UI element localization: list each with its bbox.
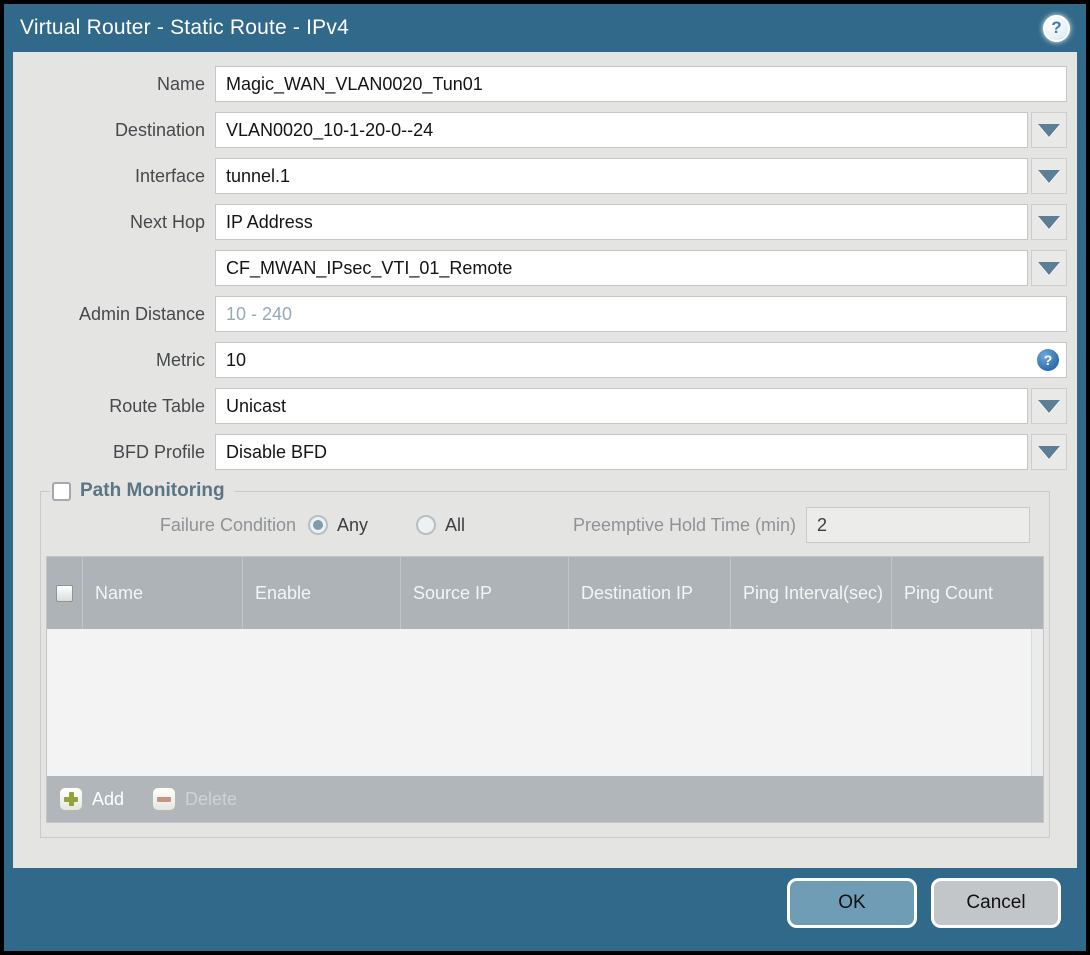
next-hop-address-field-wrap	[215, 250, 1067, 286]
chevron-down-icon	[1038, 399, 1060, 413]
ok-button[interactable]: OK	[787, 878, 917, 928]
title-bar: Virtual Router - Static Route - IPv4 ?	[4, 4, 1086, 52]
failure-condition-all-radio	[416, 515, 437, 535]
path-monitoring-checkbox[interactable]	[52, 481, 71, 501]
help-icon[interactable]: ?	[1043, 14, 1070, 42]
chevron-down-icon	[1038, 261, 1060, 275]
delete-button-label: Delete	[185, 788, 238, 809]
destination-row: Destination	[23, 112, 1067, 148]
admin-distance-row: Admin Distance	[23, 296, 1067, 332]
admin-distance-input[interactable]	[215, 296, 1067, 332]
dialog-content: Name Destination Interface	[13, 52, 1077, 868]
destination-input[interactable]	[215, 112, 1028, 148]
next-hop-type-input[interactable]	[215, 204, 1028, 240]
add-button-label: Add	[92, 788, 125, 809]
path-monitoring-controls: Failure Condition Any All Preemptive Hol…	[46, 506, 1034, 544]
route-table-row: Route Table	[23, 388, 1067, 424]
next-hop-address-dropdown-button[interactable]	[1031, 250, 1067, 286]
route-table-label: Route Table	[109, 395, 205, 416]
table-body	[47, 629, 1043, 776]
route-table-dropdown-button[interactable]	[1031, 388, 1067, 424]
dialog-frame: Virtual Router - Static Route - IPv4 ? N…	[4, 4, 1086, 951]
next-hop-field-wrap	[215, 204, 1067, 240]
table-header-row: Name Enable Source IP Destination IP Pin…	[47, 557, 1043, 629]
column-header-ping-interval: Ping Interval(sec)	[731, 557, 892, 629]
next-hop-address-input[interactable]	[215, 250, 1028, 286]
delete-button: Delete	[152, 787, 237, 811]
metric-input[interactable]	[215, 342, 1067, 378]
interface-input[interactable]	[215, 158, 1028, 194]
dialog-footer: OK Cancel	[4, 868, 1086, 951]
interface-row: Interface	[23, 158, 1067, 194]
bfd-profile-input[interactable]	[215, 434, 1028, 470]
destination-field-wrap	[215, 112, 1067, 148]
add-button[interactable]: Add	[59, 787, 124, 811]
table-scrollbar-track	[1031, 629, 1043, 776]
failure-condition-any-radio	[308, 515, 328, 535]
column-header-name: Name	[83, 557, 243, 629]
preemptive-hold-time-input	[806, 507, 1030, 543]
chevron-down-icon	[1038, 215, 1060, 229]
chevron-down-icon	[1038, 169, 1060, 183]
interface-label: Interface	[134, 165, 205, 186]
path-monitoring-section: Path Monitoring Failure Condition Any Al…	[40, 480, 1050, 838]
preemptive-hold-time-label: Preemptive Hold Time (min)	[572, 514, 796, 535]
route-table-input[interactable]	[215, 388, 1028, 424]
name-input[interactable]	[215, 66, 1067, 102]
admin-distance-label: Admin Distance	[78, 303, 205, 324]
virtual-router-static-route-dialog: Virtual Router - Static Route - IPv4 ? N…	[0, 0, 1090, 955]
next-hop-label: Next Hop	[129, 211, 205, 232]
next-hop-dropdown-button[interactable]	[1031, 204, 1067, 240]
name-row: Name	[23, 66, 1067, 102]
interface-dropdown-button[interactable]	[1031, 158, 1067, 194]
destination-label: Destination	[114, 119, 205, 140]
table-toolbar: Add Delete	[47, 776, 1043, 822]
table-empty-area	[47, 629, 1031, 776]
column-header-ping-count: Ping Count	[904, 582, 994, 603]
chevron-down-icon	[1038, 123, 1060, 137]
metric-field-wrap: ?	[215, 342, 1067, 378]
destination-dropdown-button[interactable]	[1031, 112, 1067, 148]
bfd-profile-row: BFD Profile	[23, 434, 1067, 470]
add-plus-icon	[59, 787, 83, 811]
name-field-wrap	[215, 66, 1067, 102]
failure-condition-label: Failure Condition	[159, 514, 296, 535]
admin-distance-field-wrap	[215, 296, 1067, 332]
interface-field-wrap	[215, 158, 1067, 194]
chevron-down-icon	[1038, 445, 1060, 459]
path-monitoring-table: Name Enable Source IP Destination IP Pin…	[46, 556, 1044, 823]
metric-row: Metric ?	[23, 342, 1067, 378]
failure-condition-all-label: All	[445, 514, 466, 535]
bfd-profile-label: BFD Profile	[112, 441, 205, 462]
column-header-source-ip: Source IP	[401, 557, 569, 629]
table-header-checkbox-cell	[47, 557, 83, 629]
route-table-field-wrap	[215, 388, 1067, 424]
bfd-profile-field-wrap	[215, 434, 1067, 470]
column-header-enable: Enable	[243, 557, 401, 629]
path-monitoring-title: Path Monitoring	[80, 480, 225, 501]
metric-help-icon[interactable]: ?	[1037, 349, 1059, 371]
cancel-button[interactable]: Cancel	[931, 878, 1061, 928]
delete-minus-icon	[152, 787, 177, 811]
next-hop-address-row	[23, 250, 1067, 286]
failure-condition-any-label: Any	[337, 514, 369, 535]
dialog-title: Virtual Router - Static Route - IPv4	[20, 16, 349, 39]
column-header-destination-ip: Destination IP	[569, 557, 731, 629]
next-hop-row: Next Hop	[23, 204, 1067, 240]
metric-label: Metric	[156, 349, 205, 370]
bfd-profile-dropdown-button[interactable]	[1031, 434, 1067, 470]
select-all-checkbox	[56, 584, 73, 602]
path-monitoring-legend: Path Monitoring	[50, 480, 234, 502]
name-label: Name	[156, 73, 205, 94]
